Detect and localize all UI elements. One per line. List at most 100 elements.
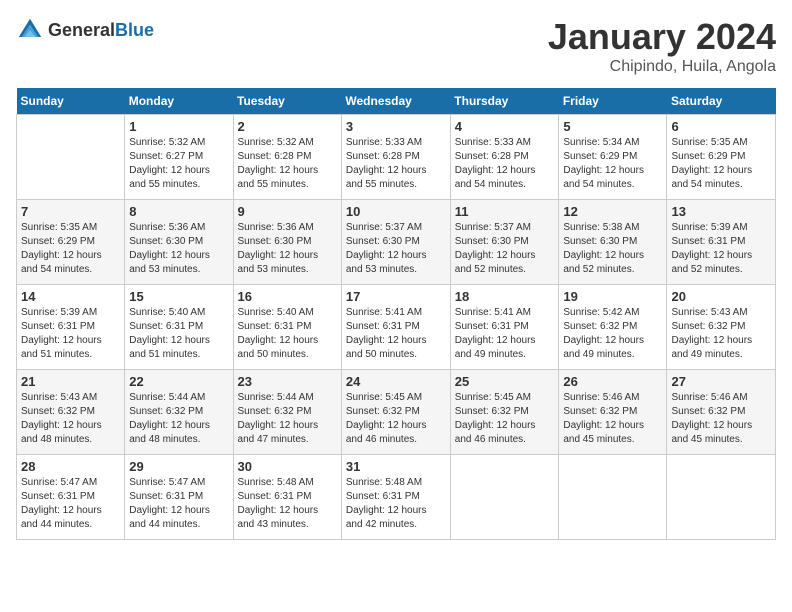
day-number: 13 [671, 204, 771, 219]
day-info: Sunrise: 5:36 AM Sunset: 6:30 PM Dayligh… [238, 221, 337, 277]
calendar-cell: 3 Sunrise: 5:33 AM Sunset: 6:28 PM Daylig… [341, 115, 450, 200]
calendar-cell: 26Sunrise: 5:46 AM Sunset: 6:32 PM Dayli… [559, 370, 667, 455]
day-info: Sunrise: 5:40 AM Sunset: 6:31 PM Dayligh… [238, 306, 337, 362]
day-info: Sunrise: 5:40 AM Sunset: 6:31 PM Dayligh… [129, 306, 228, 362]
header-monday: Monday [125, 88, 233, 115]
logo-text: GeneralBlue [48, 20, 154, 41]
logo-blue: Blue [115, 20, 154, 40]
day-number: 8 [129, 204, 228, 219]
calendar-cell: 15 Sunrise: 5:40 AM Sunset: 6:31 PM Dayli… [125, 285, 233, 370]
calendar-cell [17, 115, 125, 200]
calendar-cell: 9 Sunrise: 5:36 AM Sunset: 6:30 PM Daylig… [233, 200, 341, 285]
day-info: Sunrise: 5:39 AM Sunset: 6:31 PM Dayligh… [21, 306, 120, 362]
day-number: 14 [21, 289, 120, 304]
calendar-cell: 30 Sunrise: 5:48 AM Sunset: 6:31 PM Dayli… [233, 455, 341, 540]
month-title: January 2024 [548, 16, 776, 58]
calendar-cell: 16Sunrise: 5:40 AM Sunset: 6:31 PM Dayli… [233, 285, 341, 370]
logo-general: General [48, 20, 115, 40]
day-number: 2 [238, 119, 337, 134]
day-number: 9 [238, 204, 337, 219]
day-info: Sunrise: 5:33 AM Sunset: 6:28 PM Dayligh… [346, 136, 446, 192]
day-info: Sunrise: 5:45 AM Sunset: 6:32 PM Dayligh… [346, 391, 446, 447]
day-info: Sunrise: 5:43 AM Sunset: 6:32 PM Dayligh… [671, 306, 771, 362]
day-number: 20 [671, 289, 771, 304]
title-area: January 2024 Chipindo, Huila, Angola [548, 16, 776, 76]
day-info: Sunrise: 5:46 AM Sunset: 6:32 PM Dayligh… [671, 391, 771, 447]
day-number: 15 [129, 289, 228, 304]
calendar-cell: 27Sunrise: 5:46 AM Sunset: 6:32 PM Dayli… [667, 370, 776, 455]
week-row-2: 14 Sunrise: 5:39 AM Sunset: 6:31 PM Dayli… [17, 285, 776, 370]
day-info: Sunrise: 5:37 AM Sunset: 6:30 PM Dayligh… [346, 221, 446, 277]
calendar-cell [559, 455, 667, 540]
calendar-cell [450, 455, 559, 540]
day-info: Sunrise: 5:44 AM Sunset: 6:32 PM Dayligh… [129, 391, 228, 447]
day-number: 10 [346, 204, 446, 219]
day-info: Sunrise: 5:47 AM Sunset: 6:31 PM Dayligh… [21, 476, 120, 532]
day-info: Sunrise: 5:41 AM Sunset: 6:31 PM Dayligh… [346, 306, 446, 362]
day-info: Sunrise: 5:36 AM Sunset: 6:30 PM Dayligh… [129, 221, 228, 277]
calendar-cell: 4 Sunrise: 5:33 AM Sunset: 6:28 PM Daylig… [450, 115, 559, 200]
day-number: 4 [455, 119, 555, 134]
day-info: Sunrise: 5:47 AM Sunset: 6:31 PM Dayligh… [129, 476, 228, 532]
day-info: Sunrise: 5:32 AM Sunset: 6:28 PM Dayligh… [238, 136, 337, 192]
day-info: Sunrise: 5:48 AM Sunset: 6:31 PM Dayligh… [346, 476, 446, 532]
day-number: 19 [563, 289, 662, 304]
calendar-cell: 6 Sunrise: 5:35 AM Sunset: 6:29 PM Daylig… [667, 115, 776, 200]
calendar-cell: 28Sunrise: 5:47 AM Sunset: 6:31 PM Dayli… [17, 455, 125, 540]
day-number: 3 [346, 119, 446, 134]
week-row-4: 28Sunrise: 5:47 AM Sunset: 6:31 PM Dayli… [17, 455, 776, 540]
day-number: 23 [238, 374, 337, 389]
day-info: Sunrise: 5:41 AM Sunset: 6:31 PM Dayligh… [455, 306, 555, 362]
day-info: Sunrise: 5:48 AM Sunset: 6:31 PM Dayligh… [238, 476, 337, 532]
logo-icon [16, 16, 44, 44]
calendar-cell: 31 Sunrise: 5:48 AM Sunset: 6:31 PM Dayli… [341, 455, 450, 540]
header-saturday: Saturday [667, 88, 776, 115]
calendar-cell: 23Sunrise: 5:44 AM Sunset: 6:32 PM Dayli… [233, 370, 341, 455]
calendar-cell: 8 Sunrise: 5:36 AM Sunset: 6:30 PM Daylig… [125, 200, 233, 285]
calendar-cell: 19 Sunrise: 5:42 AM Sunset: 6:32 PM Dayli… [559, 285, 667, 370]
calendar-cell: 17 Sunrise: 5:41 AM Sunset: 6:31 PM Dayli… [341, 285, 450, 370]
day-number: 18 [455, 289, 555, 304]
header-sunday: Sunday [17, 88, 125, 115]
day-number: 6 [671, 119, 771, 134]
day-number: 11 [455, 204, 555, 219]
calendar-cell: 10 Sunrise: 5:37 AM Sunset: 6:30 PM Dayli… [341, 200, 450, 285]
day-info: Sunrise: 5:35 AM Sunset: 6:29 PM Dayligh… [671, 136, 771, 192]
day-info: Sunrise: 5:39 AM Sunset: 6:31 PM Dayligh… [671, 221, 771, 277]
day-number: 24 [346, 374, 446, 389]
day-info: Sunrise: 5:32 AM Sunset: 6:27 PM Dayligh… [129, 136, 228, 192]
day-info: Sunrise: 5:45 AM Sunset: 6:32 PM Dayligh… [455, 391, 555, 447]
day-number: 31 [346, 459, 446, 474]
day-number: 29 [129, 459, 228, 474]
location-title: Chipindo, Huila, Angola [548, 58, 776, 76]
day-number: 7 [21, 204, 120, 219]
header-wednesday: Wednesday [341, 88, 450, 115]
weekday-header-row: Sunday Monday Tuesday Wednesday Thursday… [17, 88, 776, 115]
day-number: 17 [346, 289, 446, 304]
calendar-cell: 12 Sunrise: 5:38 AM Sunset: 6:30 PM Dayli… [559, 200, 667, 285]
calendar-cell: 29 Sunrise: 5:47 AM Sunset: 6:31 PM Dayli… [125, 455, 233, 540]
day-number: 22 [129, 374, 228, 389]
logo: GeneralBlue [16, 16, 154, 44]
calendar-cell [667, 455, 776, 540]
calendar-cell: 20 Sunrise: 5:43 AM Sunset: 6:32 PM Dayli… [667, 285, 776, 370]
calendar-cell: 25 Sunrise: 5:45 AM Sunset: 6:32 PM Dayli… [450, 370, 559, 455]
day-number: 25 [455, 374, 555, 389]
header: GeneralBlue January 2024 Chipindo, Huila… [16, 16, 776, 76]
day-info: Sunrise: 5:33 AM Sunset: 6:28 PM Dayligh… [455, 136, 555, 192]
calendar-cell: 11Sunrise: 5:37 AM Sunset: 6:30 PM Dayli… [450, 200, 559, 285]
calendar-cell: 7Sunrise: 5:35 AM Sunset: 6:29 PM Daylig… [17, 200, 125, 285]
day-info: Sunrise: 5:43 AM Sunset: 6:32 PM Dayligh… [21, 391, 120, 447]
header-friday: Friday [559, 88, 667, 115]
calendar-table: Sunday Monday Tuesday Wednesday Thursday… [16, 88, 776, 540]
day-info: Sunrise: 5:34 AM Sunset: 6:29 PM Dayligh… [563, 136, 662, 192]
calendar-cell: 13 Sunrise: 5:39 AM Sunset: 6:31 PM Dayli… [667, 200, 776, 285]
day-number: 12 [563, 204, 662, 219]
day-info: Sunrise: 5:38 AM Sunset: 6:30 PM Dayligh… [563, 221, 662, 277]
week-row-0: 1Sunrise: 5:32 AM Sunset: 6:27 PM Daylig… [17, 115, 776, 200]
day-number: 30 [238, 459, 337, 474]
week-row-3: 21 Sunrise: 5:43 AM Sunset: 6:32 PM Dayli… [17, 370, 776, 455]
day-info: Sunrise: 5:42 AM Sunset: 6:32 PM Dayligh… [563, 306, 662, 362]
day-number: 5 [563, 119, 662, 134]
day-number: 21 [21, 374, 120, 389]
